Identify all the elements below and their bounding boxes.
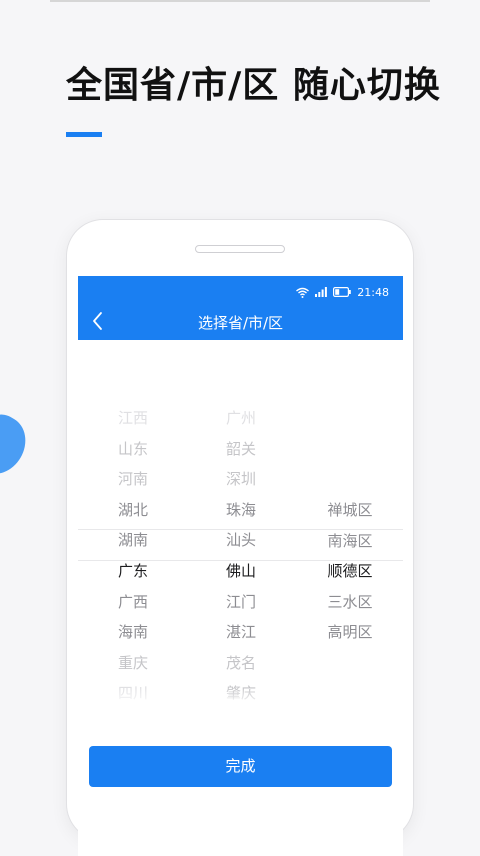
app-bar: 21:48 选择省/市/区 [78,276,403,340]
phone-screen: 21:48 选择省/市/区 江西 山东 河南 湖北 湖南 广东 广西 海南 重庆… [78,276,403,856]
decorative-blob [0,406,36,484]
city-item[interactable]: 珠海 [207,495,275,526]
city-item[interactable]: 江门 [207,587,275,618]
province-item[interactable]: 重庆 [99,648,167,679]
city-item[interactable]: 茂名 [207,648,275,679]
phone-speaker [195,245,285,253]
picker-fade [78,688,403,706]
done-button[interactable]: 完成 [89,746,392,787]
district-item-selected[interactable]: 顺德区 [313,556,387,587]
district-item[interactable]: 三水区 [313,587,387,618]
city-item[interactable]: 韶关 [207,434,275,465]
province-column[interactable]: 江西 山东 河南 湖北 湖南 广东 广西 海南 重庆 四川 贵州 [99,403,167,706]
province-item[interactable]: 江西 [99,403,167,434]
page-headline: 全国省/市/区 随心切换 [66,65,441,106]
top-divider [50,0,430,2]
province-item[interactable]: 河南 [99,464,167,495]
province-item[interactable]: 广西 [99,587,167,618]
status-time: 21:48 [357,285,389,299]
wifi-icon [296,287,310,298]
city-item-selected[interactable]: 佛山 [207,556,275,587]
province-item[interactable]: 山东 [99,434,167,465]
province-item-selected[interactable]: 广东 [99,556,167,587]
province-item[interactable]: 湖北 [99,495,167,526]
signal-icon [315,287,328,297]
region-picker[interactable]: 江西 山东 河南 湖北 湖南 广东 广西 海南 重庆 四川 贵州 广州 韶关 深… [78,376,403,706]
nav-title: 选择省/市/区 [197,314,284,332]
city-item[interactable]: 广州 [207,403,275,434]
district-column[interactable]: 禅城区 南海区 顺德区 三水区 高明区 [313,495,387,648]
battery-icon [333,287,352,297]
district-item[interactable]: 禅城区 [313,495,387,526]
city-item[interactable]: 深圳 [207,464,275,495]
headline-accent-bar [66,132,102,137]
district-item[interactable]: 南海区 [313,526,387,557]
phone-mockup: 21:48 选择省/市/区 江西 山东 河南 湖北 湖南 广东 广西 海南 重庆… [67,220,413,856]
city-item[interactable]: 湛江 [207,617,275,648]
province-item[interactable]: 湖南 [99,525,167,556]
status-bar: 21:48 [296,284,389,300]
city-column[interactable]: 广州 韶关 深圳 珠海 汕头 佛山 江门 湛江 茂名 肇庆 惠州 [207,403,275,706]
city-item[interactable]: 汕头 [207,525,275,556]
district-item[interactable]: 高明区 [313,617,387,648]
province-item[interactable]: 海南 [99,617,167,648]
